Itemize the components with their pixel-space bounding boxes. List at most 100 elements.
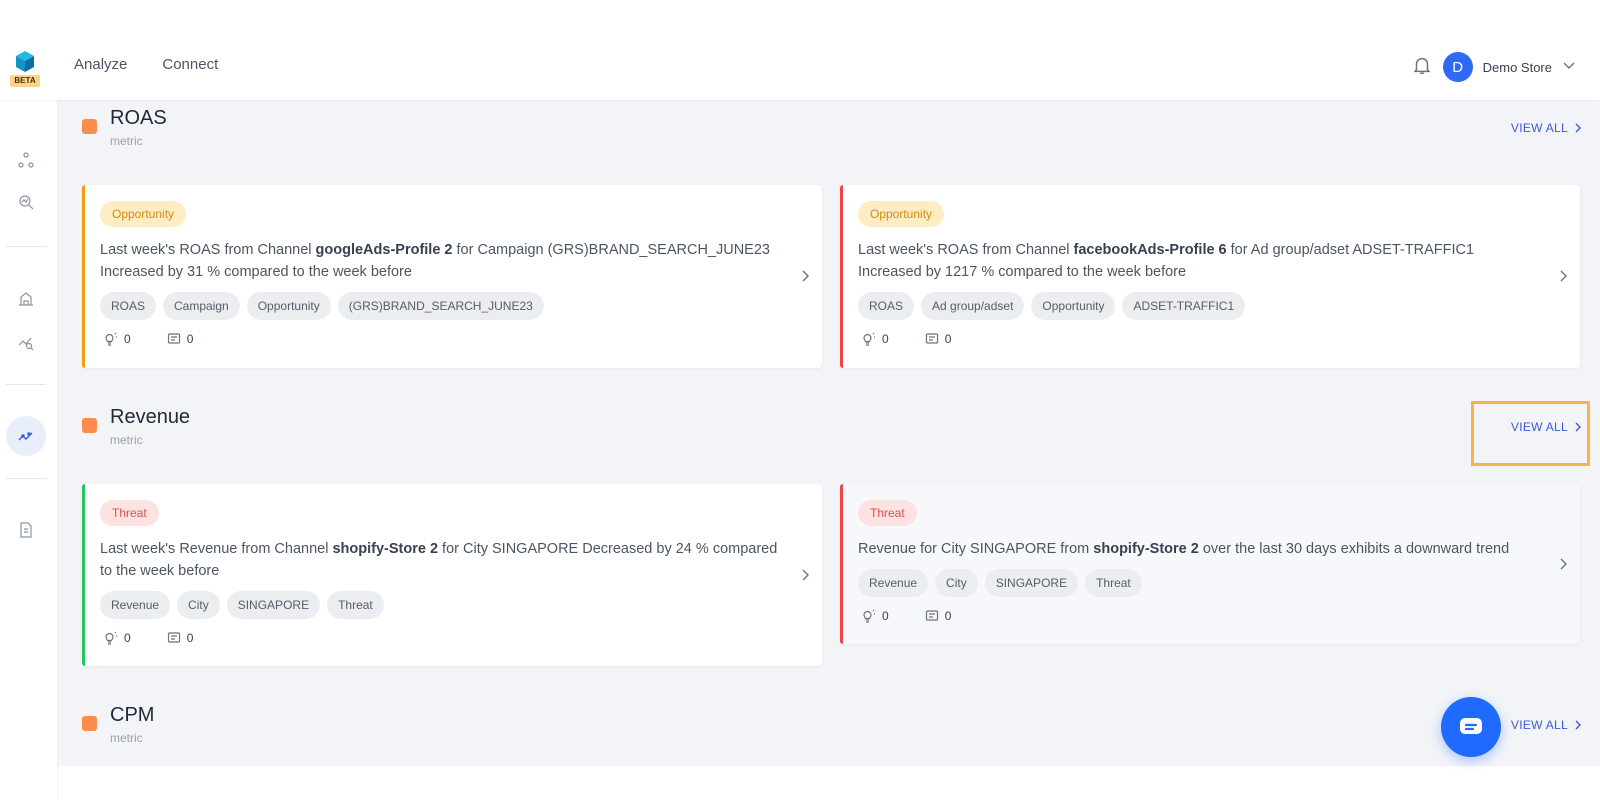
- tag[interactable]: City: [935, 569, 978, 597]
- comment-icon[interactable]: [925, 332, 939, 346]
- section-marker: [82, 119, 97, 134]
- tag[interactable]: SINGAPORE: [984, 569, 1079, 597]
- tag[interactable]: ADSET-TRAFFIC1: [1122, 292, 1246, 320]
- card-counts: 0 0: [102, 331, 193, 347]
- chevron-right-icon: [1575, 422, 1581, 432]
- sidebar: [0, 100, 58, 800]
- comment-icon[interactable]: [925, 609, 939, 623]
- card-accent-bar: [82, 185, 85, 368]
- section-title: Revenue: [110, 406, 191, 428]
- chat-icon: [1460, 718, 1482, 734]
- status-badge: Threat: [100, 500, 159, 526]
- building-icon[interactable]: [14, 286, 38, 310]
- chevron-right-icon: [1575, 720, 1581, 730]
- tag[interactable]: Ad group/adset: [921, 292, 1025, 320]
- status-badge: Threat: [858, 500, 917, 526]
- section-marker: [82, 418, 97, 433]
- view-all-label: VIEW ALL: [1510, 718, 1568, 732]
- tag[interactable]: SINGAPORE: [226, 591, 321, 619]
- insight-card[interactable]: Threat Revenue for City SINGAPORE from s…: [840, 484, 1580, 644]
- insight-card[interactable]: Threat Last week's Revenue from Channel …: [82, 484, 822, 666]
- section-cpm: CPM metric VIEW ALL: [82, 704, 1582, 754]
- lightbulb-icon[interactable]: [102, 630, 118, 646]
- sidebar-divider: [6, 246, 46, 247]
- section-title: ROAS: [110, 107, 167, 129]
- tag[interactable]: ROAS: [100, 292, 157, 320]
- insight-text: Revenue for City SINGAPORE from shopify-…: [858, 541, 1510, 557]
- chevron-down-icon[interactable]: [1562, 58, 1576, 77]
- view-all-button[interactable]: VIEW ALL: [1511, 718, 1582, 732]
- view-all-label: VIEW ALL: [1510, 420, 1568, 434]
- insight-text: Last week's ROAS from Channel facebookAd…: [858, 242, 1475, 280]
- insight-text: Last week's ROAS from Channel googleAds-…: [100, 242, 770, 280]
- section-marker: [82, 716, 97, 731]
- insight-card[interactable]: Opportunity Last week's ROAS from Channe…: [840, 185, 1580, 368]
- comment-icon[interactable]: [167, 631, 181, 645]
- section-subtitle: metric: [110, 433, 143, 447]
- section-subtitle: metric: [110, 134, 143, 148]
- tag[interactable]: Revenue: [858, 569, 929, 597]
- likes-count: 0: [882, 609, 889, 623]
- nav-connect[interactable]: Connect: [162, 56, 218, 73]
- likes-count: 0: [882, 332, 889, 346]
- view-all-label: VIEW ALL: [1510, 121, 1568, 135]
- chevron-right-icon[interactable]: [1558, 269, 1568, 283]
- section-subtitle: metric: [110, 731, 143, 745]
- comments-count: 0: [186, 332, 194, 346]
- search-insights-icon[interactable]: [14, 190, 38, 214]
- top-nav: Analyze Connect: [74, 56, 218, 73]
- comments-count: 0: [944, 609, 952, 623]
- sidebar-divider: [6, 384, 46, 385]
- insights-trend-icon[interactable]: [6, 416, 46, 456]
- tag[interactable]: Campaign: [163, 292, 240, 320]
- chevron-right-icon[interactable]: [1558, 557, 1568, 571]
- nodes-icon[interactable]: [14, 148, 38, 172]
- insight-card[interactable]: Opportunity Last week's ROAS from Channe…: [82, 185, 822, 368]
- likes-count: 0: [124, 332, 131, 346]
- comments-count: 0: [944, 332, 952, 346]
- tag[interactable]: Opportunity: [246, 292, 331, 320]
- tag-list: ROAS Ad group/adset Opportunity ADSET-TR…: [858, 292, 1246, 320]
- chevron-right-icon: [1575, 123, 1581, 133]
- tag[interactable]: ROAS: [858, 292, 915, 320]
- section-roas: ROAS metric VIEW ALL: [82, 107, 1582, 157]
- sidebar-divider: [6, 478, 46, 479]
- store-name[interactable]: Demo Store: [1483, 60, 1552, 75]
- tag[interactable]: Opportunity: [1031, 292, 1116, 320]
- chevron-right-icon[interactable]: [800, 568, 810, 582]
- card-counts: 0 0: [860, 331, 951, 347]
- main-content: ROAS metric VIEW ALL Opportunity Last we…: [58, 100, 1600, 766]
- tag[interactable]: Threat: [1085, 569, 1142, 597]
- document-icon[interactable]: [14, 518, 38, 542]
- lightbulb-icon[interactable]: [860, 331, 876, 347]
- chevron-right-icon[interactable]: [800, 269, 810, 283]
- status-badge: Opportunity: [100, 201, 187, 227]
- user-area: D Demo Store: [1411, 52, 1576, 82]
- top-bar: BETA Analyze Connect D Demo Store: [0, 0, 1600, 100]
- tag-list: Revenue City SINGAPORE Threat: [858, 569, 1142, 597]
- lightbulb-icon[interactable]: [860, 608, 876, 624]
- card-accent-bar: [840, 484, 843, 644]
- view-all-button[interactable]: VIEW ALL: [1511, 121, 1582, 135]
- insight-text: Last week's Revenue from Channel shopify…: [100, 541, 778, 579]
- tag[interactable]: (GRS)BRAND_SEARCH_JUNE23: [337, 292, 544, 320]
- section-title: CPM: [110, 704, 155, 726]
- card-counts: 0 0: [860, 608, 951, 624]
- tag[interactable]: Revenue: [100, 591, 171, 619]
- lightbulb-icon[interactable]: [102, 331, 118, 347]
- card-accent-bar: [840, 185, 843, 368]
- tag[interactable]: City: [177, 591, 220, 619]
- beta-badge: BETA: [10, 75, 40, 87]
- comments-count: 0: [186, 631, 194, 645]
- chat-button[interactable]: [1441, 697, 1501, 757]
- comment-icon[interactable]: [167, 332, 181, 346]
- bell-icon[interactable]: [1411, 54, 1433, 81]
- card-counts: 0 0: [102, 630, 193, 646]
- trend-search-icon[interactable]: [14, 330, 38, 354]
- nav-analyze[interactable]: Analyze: [74, 56, 127, 73]
- tag[interactable]: Threat: [327, 591, 384, 619]
- likes-count: 0: [124, 631, 131, 645]
- view-all-button[interactable]: VIEW ALL: [1511, 420, 1582, 434]
- card-accent-bar: [82, 484, 85, 666]
- avatar[interactable]: D: [1442, 52, 1473, 82]
